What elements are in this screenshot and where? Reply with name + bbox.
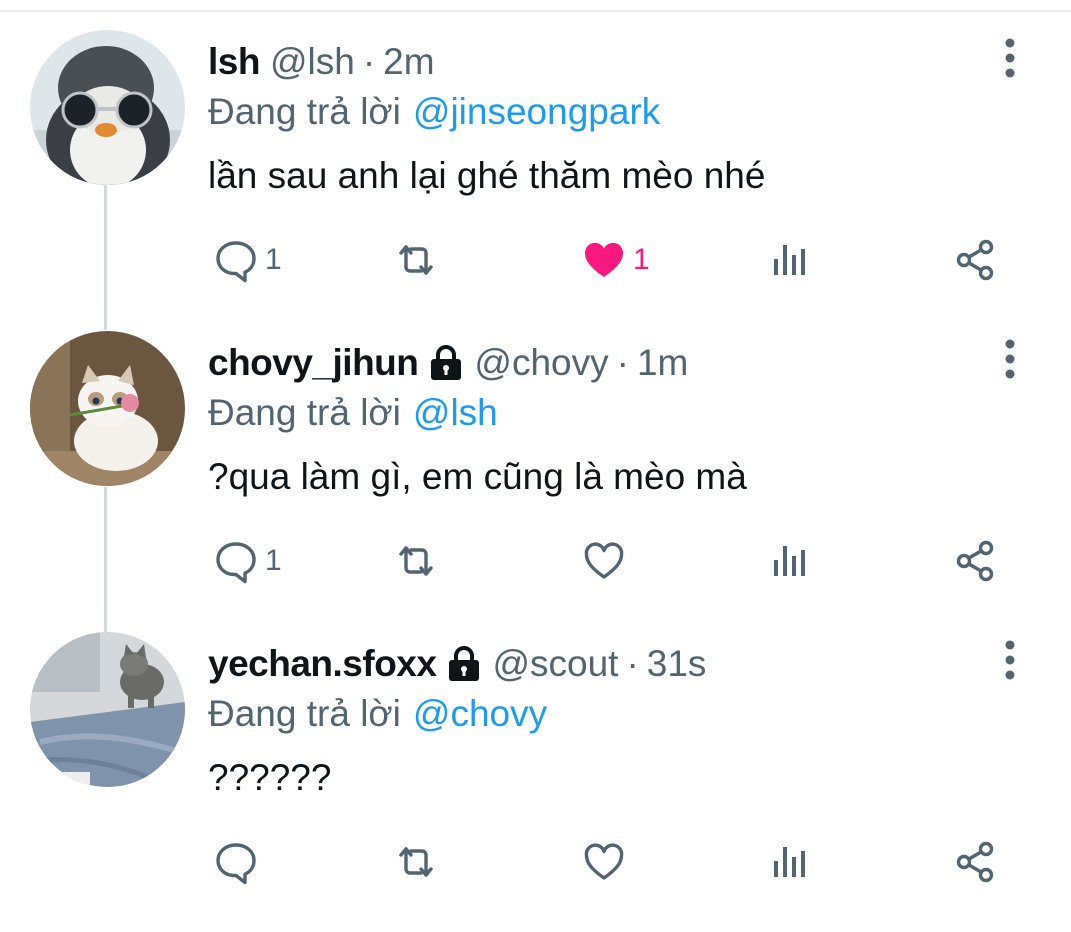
reply-prefix: Đang trả lời <box>208 693 401 734</box>
penguin-avatar-icon <box>30 30 185 185</box>
tweet-text: ?????? <box>208 757 332 798</box>
like-count: 1 <box>633 243 650 276</box>
heart-outline-icon <box>581 839 627 885</box>
heart-outline-icon <box>581 538 627 584</box>
heart-filled-icon <box>581 237 627 283</box>
display-name[interactable]: lsh <box>208 41 260 83</box>
views-icon <box>768 839 814 885</box>
reply-button[interactable] <box>213 837 265 887</box>
reply-icon <box>213 538 259 584</box>
retweet-icon <box>393 839 439 885</box>
reply-context: Đang trả lời @lsh <box>208 389 498 437</box>
retweet-button[interactable] <box>393 536 445 586</box>
views-icon <box>768 237 814 283</box>
separator-dot: · <box>616 342 629 383</box>
cat-on-lap-avatar-icon <box>30 632 185 787</box>
more-options-icon[interactable] <box>996 337 1024 381</box>
user-handle[interactable]: @lsh <box>270 41 355 83</box>
share-button[interactable] <box>952 536 998 586</box>
share-button[interactable] <box>952 837 998 887</box>
more-options-icon[interactable] <box>996 36 1024 80</box>
retweet-icon <box>393 237 439 283</box>
like-button[interactable] <box>581 837 633 887</box>
reply-icon <box>213 237 259 283</box>
reply-icon <box>213 839 259 885</box>
reply-context: Đang trả lời @jinseongpark <box>208 88 660 136</box>
reply-prefix: Đang trả lời <box>208 91 401 132</box>
timestamp[interactable]: 31s <box>647 643 707 685</box>
action-bar <box>0 837 1071 887</box>
tweet-item[interactable]: lsh @lsh · 2m Đang trả lời @jinseongpark… <box>0 30 1071 330</box>
views-icon <box>768 538 814 584</box>
separator-dot: · <box>626 643 639 684</box>
like-button[interactable]: 1 <box>581 235 650 285</box>
action-bar: 1 1 <box>0 235 1071 285</box>
reply-button[interactable]: 1 <box>213 235 282 285</box>
avatar[interactable] <box>30 30 185 185</box>
lock-icon <box>428 344 464 382</box>
lock-icon <box>446 645 482 683</box>
avatar[interactable] <box>30 632 185 787</box>
cat-with-flower-avatar-icon <box>30 331 185 486</box>
reply-count: 1 <box>265 243 282 276</box>
separator-dot: · <box>362 41 376 82</box>
tweet-item[interactable]: yechan.sfoxx @scout · 31s Đang trả lời @… <box>0 632 1071 932</box>
reply-mention-link[interactable]: @chovy <box>413 693 547 735</box>
avatar[interactable] <box>30 331 185 486</box>
reply-prefix: Đang trả lời <box>208 392 401 433</box>
display-name[interactable]: chovy_jihun <box>208 342 419 384</box>
share-icon <box>952 237 998 283</box>
tweet-header: chovy_jihun @chovy · 1m <box>208 339 688 387</box>
retweet-button[interactable] <box>393 235 445 285</box>
reply-mention-link[interactable]: @lsh <box>413 392 498 434</box>
display-name[interactable]: yechan.sfoxx <box>208 643 437 685</box>
more-options-icon[interactable] <box>996 638 1024 682</box>
share-icon <box>952 538 998 584</box>
timestamp[interactable]: 1m <box>637 342 688 384</box>
tweet-text: ?qua làm gì, em cũng là mèo mà <box>208 456 747 497</box>
reply-mention-link[interactable]: @jinseongpark <box>413 91 660 133</box>
like-button[interactable] <box>581 536 633 586</box>
user-handle[interactable]: @scout <box>492 643 618 685</box>
share-button[interactable] <box>952 235 998 285</box>
retweet-icon <box>393 538 439 584</box>
timestamp[interactable]: 2m <box>383 41 434 83</box>
reply-button[interactable]: 1 <box>213 536 282 586</box>
views-button[interactable] <box>768 837 814 887</box>
retweet-button[interactable] <box>393 837 445 887</box>
tweet-item[interactable]: chovy_jihun @chovy · 1m Đang trả lời @ls… <box>0 331 1071 631</box>
tweet-header: lsh @lsh · 2m <box>208 38 435 86</box>
user-handle[interactable]: @chovy <box>474 342 608 384</box>
views-button[interactable] <box>768 536 814 586</box>
tweet-text: lần sau anh lại ghé thăm mèo nhé <box>208 155 766 196</box>
reply-context: Đang trả lời @chovy <box>208 690 547 738</box>
views-button[interactable] <box>768 235 814 285</box>
tweet-header: yechan.sfoxx @scout · 31s <box>208 640 706 688</box>
action-bar: 1 <box>0 536 1071 586</box>
share-icon <box>952 839 998 885</box>
reply-count: 1 <box>265 544 282 577</box>
top-divider <box>0 10 1071 12</box>
